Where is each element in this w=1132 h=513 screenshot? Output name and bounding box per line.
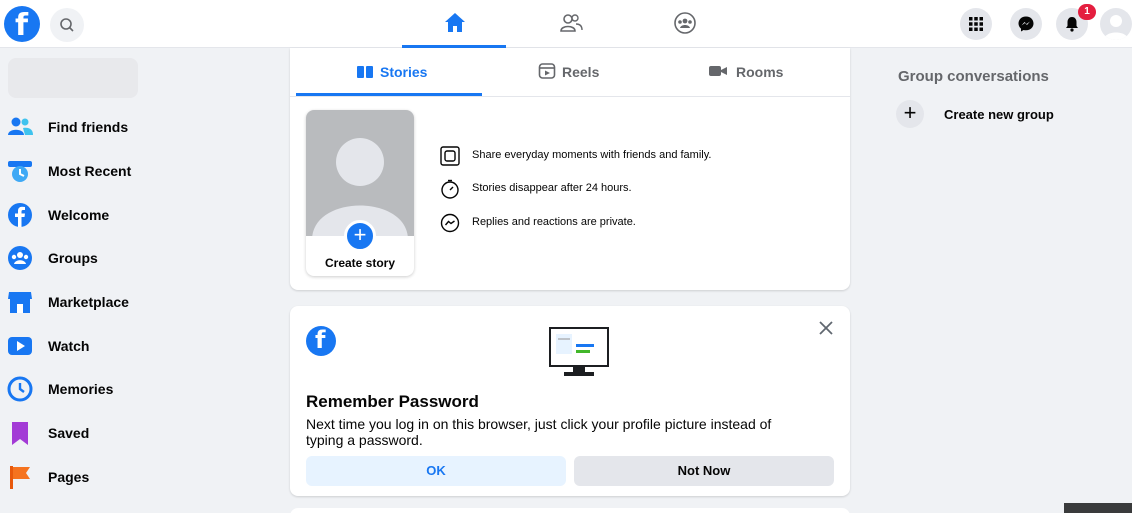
sidebar-item-label: Watch: [48, 338, 90, 354]
profile-photo-placeholder: [306, 110, 414, 236]
tab-stories-label: Stories: [380, 64, 428, 80]
groups-icon: [8, 246, 32, 270]
default-avatar-icon: [312, 138, 408, 236]
sidebar-item-label: Memories: [48, 381, 114, 397]
timer-icon: [441, 179, 459, 199]
tab-rooms[interactable]: Rooms: [664, 48, 850, 96]
sidebar-item-welcome[interactable]: Welcome: [0, 195, 270, 235]
facebook-logo[interactable]: f: [4, 6, 40, 43]
stories-card: Stories Reels Rooms + Create story Share…: [290, 48, 850, 290]
sidebar-item-saved[interactable]: Saved: [0, 413, 270, 453]
sidebar-item-label: Pages: [48, 469, 90, 485]
not-now-button[interactable]: Not Now: [574, 456, 834, 486]
story-info-private: Replies and reactions are private.: [438, 211, 838, 235]
tab-reels[interactable]: Reels: [482, 48, 668, 96]
story-info-text: Stories disappear after 24 hours.: [472, 182, 632, 194]
sidebar-profile-shortcut[interactable]: [8, 58, 138, 98]
photo-frame-icon: [440, 146, 460, 166]
saved-icon: [12, 422, 28, 445]
messenger-icon: [1018, 16, 1034, 32]
story-info-disappear: Stories disappear after 24 hours.: [438, 177, 838, 201]
default-avatar-icon: [1104, 15, 1128, 40]
friends-icon: [560, 14, 583, 32]
story-info-share: Share everyday moments with friends and …: [438, 144, 838, 168]
messenger-button[interactable]: [1010, 8, 1042, 40]
next-feed-card: [290, 508, 850, 513]
menu-button[interactable]: [960, 8, 992, 40]
group-conversations-heading: Group conversations: [898, 68, 1049, 85]
story-info-text: Share everyday moments with friends and …: [472, 149, 712, 161]
video-camera-icon: [709, 66, 727, 76]
sidebar-item-label: Find friends: [48, 119, 129, 135]
bell-icon: [1066, 17, 1078, 32]
nav-home-tab[interactable]: [402, 0, 506, 48]
facebook-icon: f: [306, 326, 336, 356]
sidebar-item-label: Marketplace: [48, 294, 129, 310]
tab-reels-label: Reels: [562, 64, 600, 80]
create-new-group-label: Create new group: [944, 107, 1054, 122]
create-story-card[interactable]: + Create story: [306, 110, 414, 276]
friends-icon: [8, 117, 33, 135]
watch-icon: [8, 337, 32, 355]
tab-rooms-label: Rooms: [736, 64, 784, 80]
nav-friends-tab[interactable]: [518, 0, 622, 48]
top-navigation-bar: f 1: [0, 0, 1132, 48]
sidebar-item-label: Groups: [48, 250, 98, 266]
plus-icon: +: [896, 100, 924, 128]
groups-icon: [674, 12, 696, 34]
remember-password-title: Remember Password: [306, 392, 479, 411]
sidebar-item-label: Saved: [48, 425, 90, 441]
sidebar-item-pages[interactable]: Pages: [0, 457, 270, 497]
sidebar-item-label: Most Recent: [48, 163, 132, 179]
facebook-logo-letter: f: [15, 8, 29, 43]
sidebar-item-marketplace[interactable]: Marketplace: [0, 282, 270, 322]
close-icon[interactable]: [814, 316, 838, 340]
sidebar-item-memories[interactable]: Memories: [0, 369, 270, 409]
memories-icon: [7, 376, 33, 402]
account-avatar[interactable]: [1100, 8, 1132, 40]
search-button[interactable]: [50, 8, 84, 42]
add-story-plus-icon: +: [344, 220, 376, 252]
sidebar-item-find-friends[interactable]: Find friends: [0, 107, 270, 147]
home-icon: [445, 13, 465, 32]
notification-badge: 1: [1078, 4, 1096, 20]
story-info-text: Replies and reactions are private.: [472, 216, 636, 228]
facebook-logo-letter: f: [315, 326, 326, 354]
sidebar-item-groups[interactable]: Groups: [0, 238, 270, 278]
sidebar-item-label: Welcome: [48, 207, 110, 223]
grid-menu-icon: [969, 17, 983, 31]
computer-monitor-icon: [549, 327, 609, 376]
search-icon: [60, 18, 74, 32]
facebook-icon: [8, 203, 32, 227]
tab-divider: [290, 96, 850, 97]
stories-book-icon: [357, 66, 373, 78]
pages-icon: [10, 466, 30, 489]
messenger-outline-icon: [440, 213, 460, 233]
remember-password-description: Next time you log in on this browser, ju…: [306, 416, 772, 448]
remember-password-card: f Remember Password Next time you log in…: [290, 306, 850, 496]
marketplace-icon: [8, 292, 32, 313]
create-new-group-button[interactable]: + Create new group: [896, 100, 1116, 128]
create-story-label: Create story: [324, 256, 396, 270]
reels-icon: [538, 63, 556, 79]
sidebar-item-most-recent[interactable]: Most Recent: [0, 151, 270, 191]
most-recent-icon: [8, 161, 32, 182]
sidebar-item-watch[interactable]: Watch: [0, 326, 270, 366]
ok-button[interactable]: OK: [306, 456, 566, 486]
nav-groups-tab[interactable]: [632, 0, 736, 48]
tab-stories[interactable]: Stories: [296, 48, 482, 96]
overlay-corner: [1064, 503, 1132, 513]
